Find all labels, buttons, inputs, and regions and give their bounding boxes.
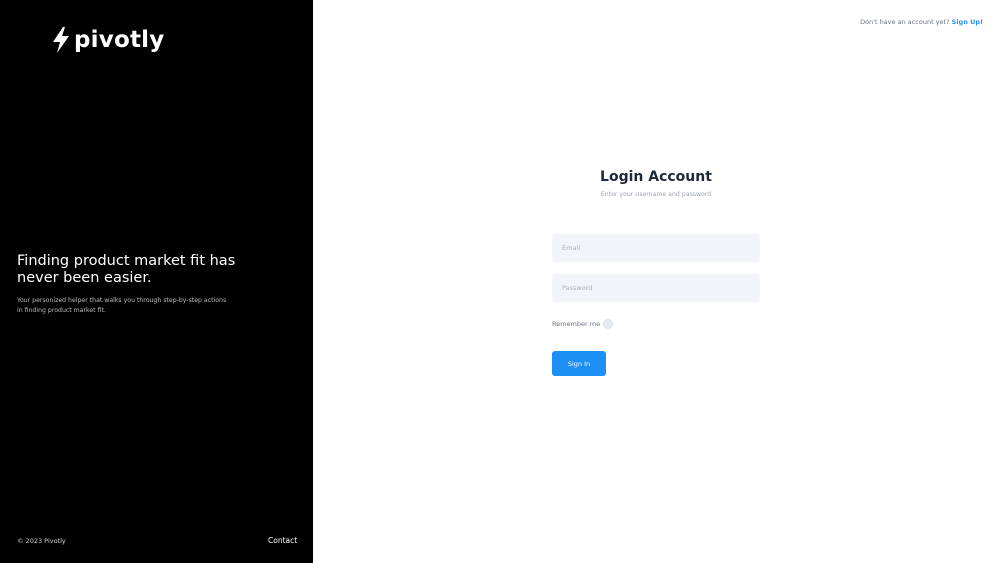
login-title: Login Account: [600, 169, 712, 185]
remember-me-label: Remember me: [552, 320, 601, 328]
contact-link[interactable]: Contact: [268, 536, 297, 545]
signup-prompt: Don't have an account yet? Sign Up!: [860, 18, 983, 26]
remember-me: Remember me: [552, 319, 614, 329]
hero-headline: Finding product market fit has never bee…: [17, 253, 236, 286]
signup-link[interactable]: Sign Up!: [952, 18, 983, 26]
password-input[interactable]: [552, 274, 760, 302]
hero-subtext: Your personized helper that walks you th…: [17, 297, 227, 314]
lightning-bolt-icon: [53, 27, 69, 53]
brand-panel: pivotly Finding product market fit has n…: [0, 0, 313, 563]
login-subtitle: Enter your username and password: [600, 191, 712, 198]
sign-in-button[interactable]: Sign In: [552, 351, 606, 376]
remember-me-checkbox[interactable]: [603, 319, 614, 329]
copyright-text: © 2023 Pivotly: [17, 537, 66, 545]
brand-name: pivotly: [74, 27, 165, 53]
logo: pivotly: [52, 27, 164, 53]
signup-prompt-text: Don't have an account yet?: [860, 18, 950, 26]
email-input[interactable]: [552, 234, 760, 262]
